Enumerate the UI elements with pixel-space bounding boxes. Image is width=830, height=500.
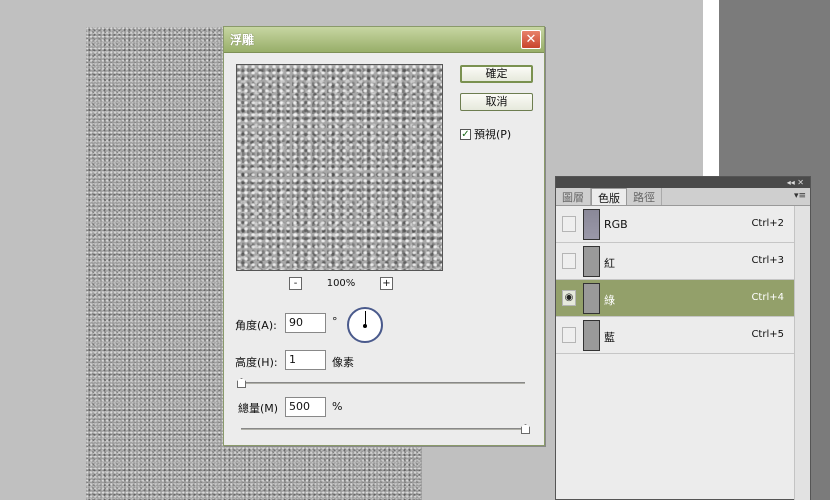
zoom-controls: - 100% + [236,277,443,293]
height-slider-thumb[interactable] [237,378,246,388]
channel-shortcut: Ctrl+4 [751,292,784,303]
angle-dial-center [363,324,367,328]
zoom-out-button[interactable]: - [289,277,302,290]
tab-paths[interactable]: 路徑 [627,188,662,205]
filter-preview[interactable] [236,64,443,271]
channel-shortcut: Ctrl+2 [751,218,784,229]
channel-name: 綠 [604,294,615,307]
amount-unit: % [332,400,343,413]
panel-header[interactable]: ◂◂ ✕ [556,177,810,188]
visibility-toggle[interactable] [562,216,576,232]
channel-thumbnail [583,320,600,351]
collapse-icon[interactable]: ◂◂ ✕ [787,178,804,187]
preview-toggle[interactable]: ✓ 預視(P) [460,126,511,142]
canvas-edge-white [703,0,719,176]
visibility-toggle[interactable] [562,327,576,343]
channel-thumbnail [583,283,600,314]
height-slider[interactable] [237,378,525,388]
visibility-toggle[interactable] [562,253,576,269]
panel-scrollbar[interactable] [794,206,810,500]
channel-row-rgb[interactable]: RGB Ctrl+2 [556,206,794,243]
channel-shortcut: Ctrl+5 [751,329,784,340]
eye-icon: ◉ [564,292,574,303]
amount-label: 總量(M) [238,402,279,415]
preview-checkbox[interactable]: ✓ [460,128,471,140]
channel-thumbnail [583,246,600,277]
panel-menu-icon[interactable]: ▾≡ [794,191,806,201]
channel-thumbnail [583,209,600,240]
cancel-button[interactable]: 取消 [460,93,533,111]
dialog-titlebar[interactable]: 浮雕 [224,27,544,53]
preview-label: 預視(P) [474,128,512,141]
angle-dial[interactable] [347,307,383,343]
angle-unit: ° [332,315,338,328]
angle-input[interactable]: 90 [285,313,326,333]
channel-list: RGB Ctrl+2 紅 Ctrl+3 ◉ 綠 Ctrl+4 藍 Ctrl+5 [556,206,794,354]
amount-input[interactable]: 500 [285,397,326,417]
channel-row-red[interactable]: 紅 Ctrl+3 [556,243,794,280]
angle-label: 角度(A): [235,319,277,332]
zoom-value: 100% [326,278,356,289]
tab-channels[interactable]: 色版 [591,188,627,205]
checkmark-icon: ✓ [461,128,470,140]
height-input[interactable]: 1 [285,350,326,370]
tab-layers[interactable]: 圖層 [556,188,591,205]
channel-shortcut: Ctrl+3 [751,255,784,266]
close-icon: ✕ [525,32,537,47]
dialog-title: 浮雕 [230,33,255,47]
visibility-toggle[interactable]: ◉ [562,290,576,306]
channel-name: 紅 [604,257,615,270]
zoom-in-button[interactable]: + [380,277,393,290]
height-label: 高度(H): [235,356,278,369]
channel-name: 藍 [604,331,615,344]
panel-tabbar: 圖層 色版 路徑 ▾≡ [556,188,810,206]
close-button[interactable]: ✕ [521,30,541,49]
height-unit: 像素 [332,356,354,369]
amount-slider[interactable] [241,424,530,434]
channel-row-green[interactable]: ◉ 綠 Ctrl+4 [556,280,794,317]
channels-panel: ◂◂ ✕ 圖層 色版 路徑 ▾≡ RGB Ctrl+2 紅 Ctrl+3 ◉ 綠… [555,176,811,500]
ok-button[interactable]: 確定 [460,65,533,83]
amount-slider-thumb[interactable] [521,424,530,434]
channel-row-blue[interactable]: 藍 Ctrl+5 [556,317,794,354]
channel-name: RGB [604,218,628,231]
emboss-dialog: 浮雕 ✕ - 100% + 確定 取消 ✓ 預視(P) 角度(A): 90 ° … [223,26,545,446]
